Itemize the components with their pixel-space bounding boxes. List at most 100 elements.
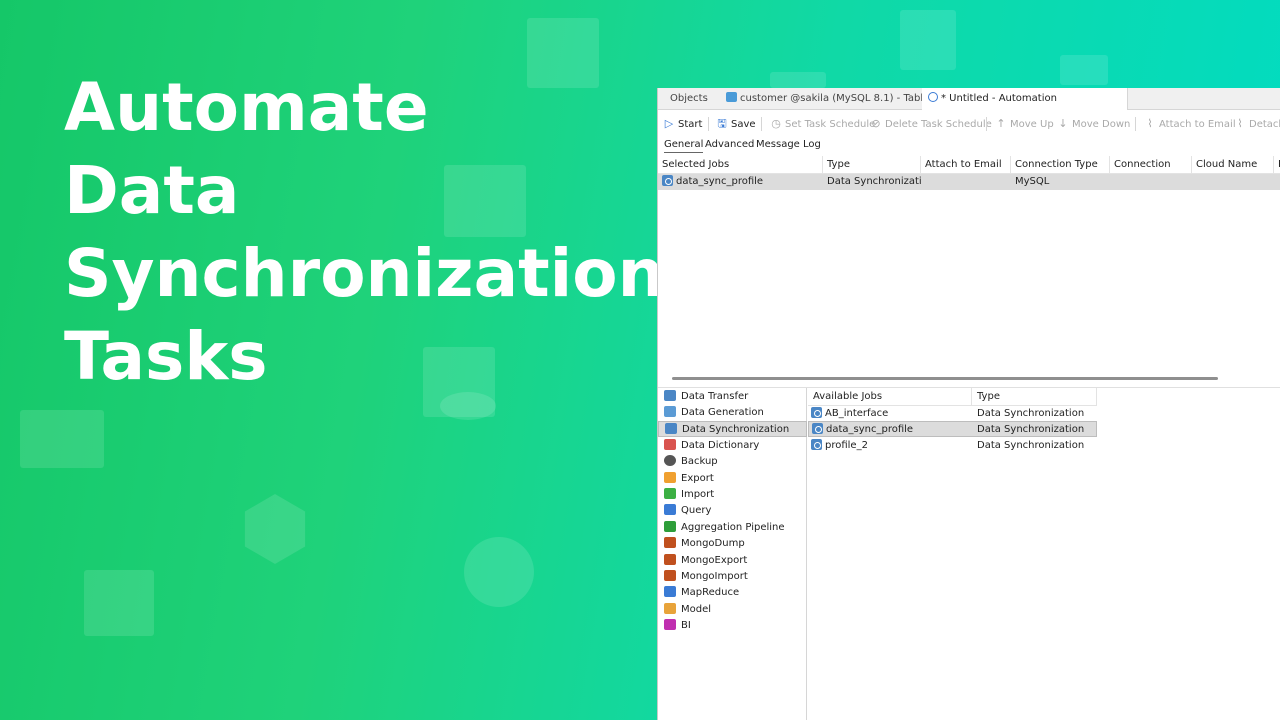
column-header-truncated[interactable]: P: [1274, 156, 1280, 174]
column-header-attach-to-email[interactable]: Attach to Email: [921, 156, 1011, 174]
job-category-list: Data Transfer Data Generation Data Synch…: [658, 388, 807, 720]
attach-email-label: Attach to Email: [1159, 119, 1236, 130]
detach-icon: ⌇: [1237, 117, 1243, 130]
mongodump-icon: [664, 537, 676, 548]
arrow-up-icon: ↑: [996, 117, 1006, 130]
category-mongoimport[interactable]: MongoImport: [658, 569, 807, 585]
save-label: Save: [731, 119, 756, 130]
category-mongodump[interactable]: MongoDump: [658, 536, 807, 552]
tab-label: Objects: [670, 93, 708, 104]
data-transfer-icon: [664, 390, 676, 401]
available-job-name: profile_2: [808, 438, 972, 454]
toolbar: ▷ Start 🖫 Save ◷ Set Task Schedule ⊘ Delete …: [658, 114, 1280, 134]
mapreduce-icon: [664, 586, 676, 597]
decorative-table-shape: [20, 410, 104, 468]
category-aggregation-pipeline[interactable]: Aggregation Pipeline: [658, 520, 807, 536]
category-mapreduce[interactable]: MapReduce: [658, 585, 807, 601]
backup-icon: [664, 455, 676, 466]
selected-job-attach: [921, 174, 1011, 190]
set-task-schedule-button[interactable]: ◷ Set Task Schedule: [770, 114, 875, 134]
delete-schedule-label: Delete Task Schedule: [885, 119, 992, 130]
category-export[interactable]: Export: [658, 471, 807, 487]
category-data-synchronization[interactable]: Data Synchronization: [658, 421, 807, 437]
category-label: Data Transfer: [681, 391, 749, 402]
column-header-available-type[interactable]: Type: [972, 388, 1097, 406]
available-job-name: AB_interface: [808, 406, 972, 422]
start-label: Start: [678, 119, 703, 130]
delete-task-schedule-button[interactable]: ⊘ Delete Task Schedule: [870, 114, 992, 134]
tab-objects[interactable]: Objects: [658, 88, 720, 110]
tab-bar: Objects customer @sakila (MySQL 8.1) - T…: [658, 88, 1280, 110]
available-job-name-text: profile_2: [825, 440, 868, 451]
column-header-cloud-name[interactable]: Cloud Name: [1192, 156, 1274, 174]
selected-job-name-text: data_sync_profile: [676, 176, 764, 187]
mongoimport-icon: [664, 570, 676, 581]
model-icon: [664, 603, 676, 614]
attach-to-email-button[interactable]: ⌇ Attach to Email: [1144, 114, 1236, 134]
save-icon: 🖫: [717, 117, 727, 130]
decorative-table-shape: [84, 570, 154, 636]
tab-customer-table[interactable]: customer @sakila (MySQL 8.1) - Table: [720, 88, 929, 110]
move-up-button[interactable]: ↑ Move Up: [995, 114, 1053, 134]
category-backup[interactable]: Backup: [658, 454, 807, 470]
automation-icon: [928, 92, 938, 102]
toolbar-divider: [1135, 117, 1136, 131]
table-row[interactable]: data_sync_profile Data Synchronizati… My…: [658, 174, 1280, 190]
category-data-dictionary[interactable]: Data Dictionary: [658, 438, 807, 454]
data-sync-icon: [662, 175, 673, 186]
category-data-transfer[interactable]: Data Transfer: [658, 389, 807, 405]
selected-jobs-header: Selected Jobs Type Attach to Email Conne…: [658, 156, 1280, 174]
category-data-generation[interactable]: Data Generation: [658, 405, 807, 421]
data-sync-icon: [811, 439, 822, 450]
toolbar-divider: [761, 117, 762, 131]
mongoexport-icon: [664, 554, 676, 565]
column-header-connection-type[interactable]: Connection Type: [1011, 156, 1110, 174]
move-down-button[interactable]: ↓ Move Down: [1057, 114, 1130, 134]
category-label: Backup: [681, 456, 718, 467]
available-job-name-text: data_sync_profile: [826, 424, 914, 435]
detach-button[interactable]: ⌇ Detach: [1234, 114, 1280, 134]
tab-automation[interactable]: * Untitled - Automation: [922, 88, 1128, 110]
tab-advanced[interactable]: Advanced: [705, 137, 754, 153]
category-query[interactable]: Query: [658, 503, 807, 519]
decorative-shape: [770, 72, 826, 88]
selected-job-cloud: [1192, 174, 1274, 190]
tab-general[interactable]: General: [664, 137, 704, 153]
column-header-selected-jobs[interactable]: Selected Jobs: [658, 156, 823, 174]
list-item[interactable]: data_sync_profile Data Synchronization: [808, 421, 1097, 437]
selected-job-type: Data Synchronizati…: [827, 176, 921, 187]
category-mongoexport[interactable]: MongoExport: [658, 553, 807, 569]
headline-line-4: Tasks: [64, 318, 268, 395]
category-bi[interactable]: BI: [658, 618, 807, 634]
category-label: Data Synchronization: [682, 424, 790, 435]
export-icon: [664, 472, 676, 483]
set-schedule-label: Set Task Schedule: [785, 119, 876, 130]
category-label: Import: [681, 489, 715, 500]
start-button[interactable]: ▷ Start: [663, 114, 703, 134]
category-model[interactable]: Model: [658, 602, 807, 618]
list-item[interactable]: AB_interface Data Synchronization: [808, 406, 1097, 422]
clock-icon: ◷: [771, 117, 781, 130]
toolbar-divider: [986, 117, 987, 131]
list-item[interactable]: profile_2 Data Synchronization: [808, 438, 1097, 454]
data-sync-icon: [665, 423, 677, 434]
selected-job-connection: [1110, 174, 1192, 190]
query-icon: [664, 504, 676, 515]
paperclip-icon: ⌇: [1147, 117, 1153, 130]
save-button[interactable]: 🖫 Save: [716, 114, 756, 134]
arrow-down-icon: ↓: [1058, 117, 1068, 130]
category-import[interactable]: Import: [658, 487, 807, 503]
category-label: Model: [681, 604, 712, 615]
column-header-type[interactable]: Type: [823, 156, 921, 174]
table-icon: [726, 92, 737, 102]
tab-label: * Untitled - Automation: [941, 93, 1057, 104]
automation-window: Objects customer @sakila (MySQL 8.1) - T…: [657, 88, 1280, 720]
tab-message-log[interactable]: Message Log: [756, 137, 821, 153]
available-jobs-list: Available Jobs Type AB_interface Data Sy…: [808, 388, 1280, 720]
horizontal-scrollbar[interactable]: [672, 377, 1218, 380]
column-header-available-jobs[interactable]: Available Jobs: [808, 388, 972, 406]
category-label: Query: [681, 505, 712, 516]
toolbar-divider: [708, 117, 709, 131]
column-header-connection[interactable]: Connection: [1110, 156, 1192, 174]
decorative-hexagon-shape: [244, 494, 306, 564]
